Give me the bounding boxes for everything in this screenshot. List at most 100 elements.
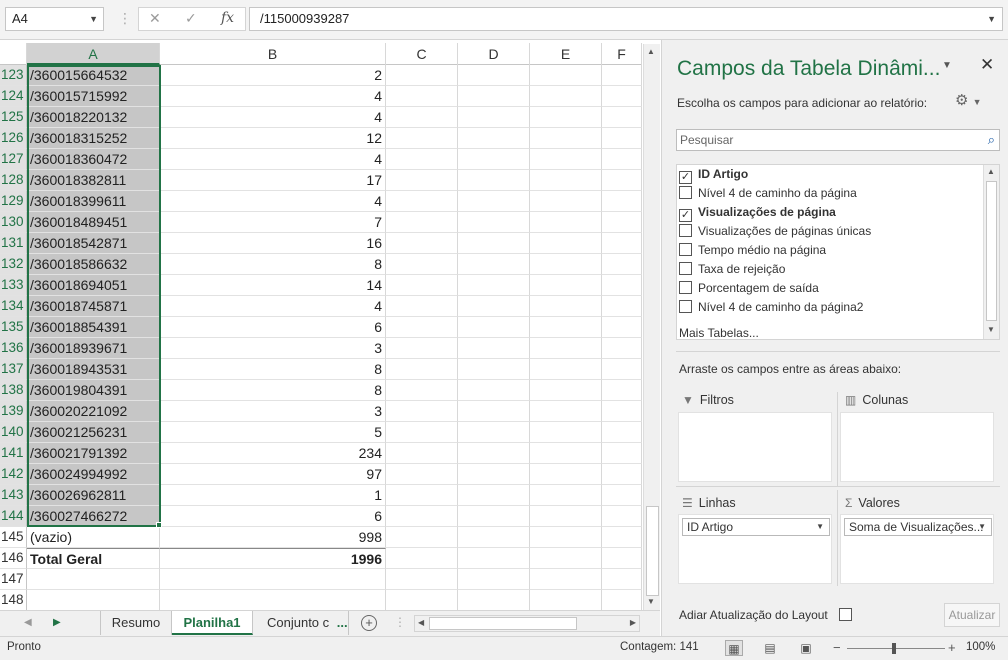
cell-a[interactable]: /360018943531 [27,359,160,380]
cell-b[interactable]: 234 [160,443,386,464]
cell-f[interactable] [602,254,642,275]
cell-a[interactable]: /360021256231 [27,422,160,443]
cell-a[interactable]: /360019804391 [27,380,160,401]
defer-layout-update[interactable]: Adiar Atualização do Layout [679,608,852,622]
cell-f[interactable] [602,464,642,485]
row-number[interactable]: 127 [0,149,27,170]
cell-b[interactable]: 3 [160,401,386,422]
cell-c[interactable] [386,128,458,149]
zoom-slider-thumb[interactable] [892,643,896,654]
row-number[interactable]: 124 [0,86,27,107]
cell-c[interactable] [386,149,458,170]
cell-a[interactable]: /360018315252 [27,128,160,149]
cell-a[interactable]: /360018399611 [27,191,160,212]
scroll-up-icon[interactable]: ▲ [987,167,995,176]
cell-a[interactable]: /360018854391 [27,317,160,338]
cell-c[interactable] [386,548,458,569]
more-tables-link[interactable]: Mais Tabelas... [679,326,759,340]
cell-d[interactable] [458,401,530,422]
cell-c[interactable] [386,590,458,611]
row-number[interactable]: 135 [0,317,27,338]
tab-next-icon[interactable]: ▶ [53,617,61,628]
zoom-in-icon[interactable]: + [948,640,956,655]
field-item[interactable]: Taxa de rejeição [679,260,785,279]
cell-d[interactable] [458,317,530,338]
cell-c[interactable] [386,233,458,254]
cell-b[interactable]: 6 [160,317,386,338]
column-header-f[interactable]: F [602,43,642,65]
cell-b[interactable]: 2 [160,65,386,86]
cell-a[interactable]: /360018586632 [27,254,160,275]
field-item[interactable]: Visualizações de páginas únicas [679,222,871,241]
cell-b[interactable]: 4 [160,86,386,107]
cell-e[interactable] [530,380,602,401]
row-number[interactable]: 147 [0,569,27,590]
cell-f[interactable] [602,380,642,401]
cell-c[interactable] [386,464,458,485]
field-item[interactable]: Nível 4 de caminho da página2 [679,298,863,317]
scroll-down-icon[interactable]: ▼ [987,325,995,334]
cell-a[interactable]: /360018489451 [27,212,160,233]
spreadsheet-grid[interactable]: A B C D E F 123/360015664532 2 124/3600157… [0,40,660,611]
checkbox[interactable] [679,300,692,313]
cell-a[interactable]: /360018745871 [27,296,160,317]
cell-a[interactable]: /360024994992 [27,464,160,485]
column-header-e[interactable]: E [530,43,602,65]
cell-b[interactable]: 7 [160,212,386,233]
scrollbar-thumb[interactable] [986,181,997,321]
cell-a[interactable]: /360015664532 [27,65,160,86]
name-box[interactable]: A4 ▼ [5,7,104,31]
normal-view-icon[interactable]: ▦ [725,640,743,656]
cell-c[interactable] [386,107,458,128]
cell-d[interactable] [458,464,530,485]
cell-e[interactable] [530,569,602,590]
column-header-c[interactable]: C [386,43,458,65]
row-number[interactable]: 130 [0,212,27,233]
checkbox[interactable] [679,262,692,275]
cell-d[interactable] [458,338,530,359]
checkbox[interactable] [679,281,692,294]
chevron-down-icon[interactable]: ▼ [987,8,996,30]
tab-planilha1[interactable]: Planilha1 [172,611,253,635]
tab-resumo[interactable]: Resumo [100,611,172,635]
insert-function-icon[interactable]: fx [221,10,234,26]
cell-d[interactable] [458,527,530,548]
cell-d[interactable] [458,506,530,527]
row-number[interactable]: 144 [0,506,27,527]
cell-e[interactable] [530,485,602,506]
cell-d[interactable] [458,275,530,296]
row-number[interactable]: 132 [0,254,27,275]
row-number[interactable]: 131 [0,233,27,254]
cancel-icon[interactable]: ✕ [149,10,161,27]
cell-a[interactable]: /360018542871 [27,233,160,254]
cell-e[interactable] [530,212,602,233]
cell-f[interactable] [602,338,642,359]
cell-e[interactable] [530,65,602,86]
cell-e[interactable] [530,86,602,107]
check-icon[interactable]: ✓ [185,10,197,27]
cell-d[interactable] [458,485,530,506]
cell-f[interactable] [602,149,642,170]
cell-c[interactable] [386,275,458,296]
row-number[interactable]: 136 [0,338,27,359]
scrollbar-thumb[interactable] [646,506,659,596]
chevron-down-icon[interactable]: ▼ [978,519,986,535]
cell-f[interactable] [602,401,642,422]
row-number[interactable]: 137 [0,359,27,380]
cell-c[interactable] [386,254,458,275]
row-number[interactable]: 134 [0,296,27,317]
cell-a[interactable]: Total Geral [27,548,160,569]
cell-e[interactable] [530,275,602,296]
cell-f[interactable] [602,107,642,128]
row-number[interactable]: 129 [0,191,27,212]
field-item[interactable]: ✓ Visualizações de página [679,203,836,222]
cell-e[interactable] [530,422,602,443]
vertical-scrollbar[interactable]: ▲ ▼ [643,44,660,610]
cell-a[interactable]: /360018939671 [27,338,160,359]
row-number[interactable]: 141 [0,443,27,464]
page-layout-view-icon[interactable]: ▤ [761,640,779,656]
cell-e[interactable] [530,149,602,170]
scroll-up-icon[interactable]: ▲ [647,47,655,56]
cell-c[interactable] [386,191,458,212]
cell-f[interactable] [602,590,642,611]
